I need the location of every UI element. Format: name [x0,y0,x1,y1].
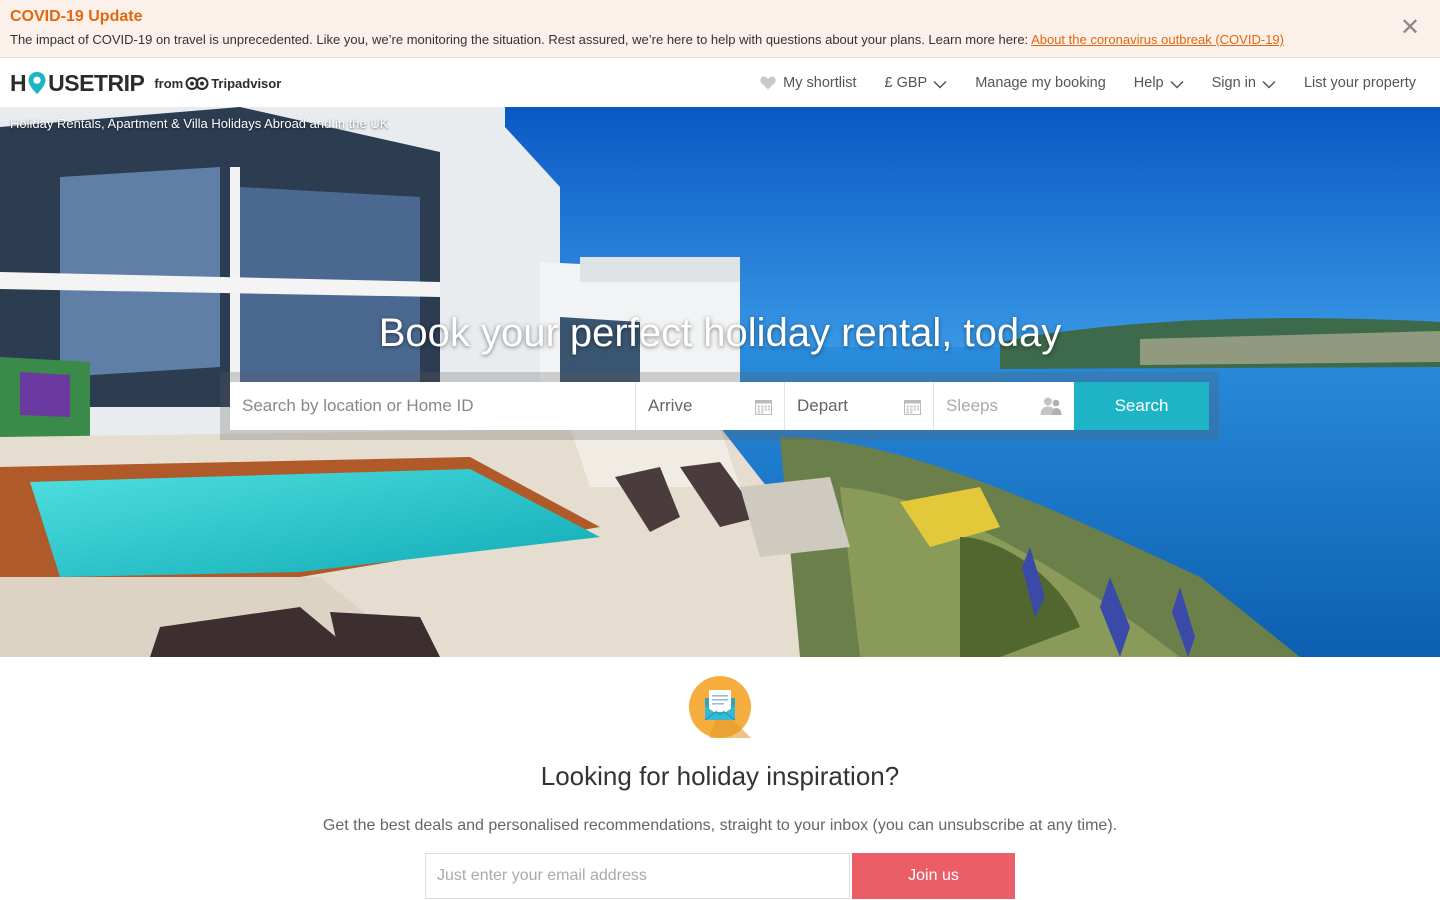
newsletter-subtitle: Get the best deals and personalised reco… [322,817,1118,834]
newsletter-email-input[interactable] [425,853,850,899]
nav-help[interactable]: Help [1134,75,1184,91]
people-icon [1040,397,1062,415]
top-nav: My shortlist £ GBP Manage my booking Hel… [760,58,1416,107]
chevron-down-icon [1170,80,1184,89]
nav-help-label: Help [1133,74,1164,91]
logo-letter-h: H [10,69,27,96]
chevron-down-icon [933,80,947,89]
covid-info-link[interactable]: About the coronavirus outbreak (COVID-19… [1031,32,1284,47]
calendar-icon [755,399,772,415]
newsletter-section: Looking for holiday inspiration? Get the… [0,657,1440,900]
location-pin-icon [28,72,46,94]
logo-wordmark: H USETRIP [10,69,145,97]
logo-letters-rest: USETRIP [48,69,145,96]
covid-message: The impact of COVID-19 on travel is unpr… [10,32,1284,47]
nav-shortlist-label: My shortlist [783,74,857,91]
calendar-icon [904,399,921,415]
nav-signin-label: Sign in [1211,74,1256,91]
depart-label: Depart [797,396,849,415]
nav-shortlist[interactable]: My shortlist [760,74,857,91]
nav-manage-label: Manage my booking [975,74,1106,91]
covid-message-text: The impact of COVID-19 on travel is unpr… [10,32,1032,47]
sleeps-field[interactable]: Sleeps [934,382,1074,430]
arrive-label: Arrive [648,396,693,415]
nav-list-property[interactable]: List your property [1304,75,1416,91]
logo-from-text: from [154,75,184,91]
covid-title: COVID-19 Update [10,8,143,25]
nav-currency-label: £ GBP [884,74,928,91]
hero-banner: Holiday Rentals, Apartment & Villa Holid… [0,107,1440,657]
newsletter-title: Looking for holiday inspiration? [540,761,900,791]
search-bar: Arrive Depart Sleeps Search [230,382,1209,430]
join-us-button[interactable]: Join us [852,853,1015,899]
nav-currency[interactable]: £ GBP [885,75,948,91]
location-search-input[interactable] [242,396,623,416]
sleeps-label: Sleeps [946,396,998,415]
chevron-down-icon [1262,80,1276,89]
housetrip-logo[interactable]: H USETRIP from Tripadvisor [10,70,281,96]
logo-from-tripadvisor: from Tripadvisor [154,76,281,91]
close-icon[interactable]: ✕ [1400,16,1420,40]
logo-partner-text: Tripadvisor [211,75,282,91]
nav-list-property-label: List your property [1303,74,1416,91]
search-button[interactable]: Search [1074,382,1209,430]
location-field[interactable] [230,382,636,430]
site-header: H USETRIP from Tripadvisor My shortlist [0,58,1440,107]
hero-caption: Holiday Rentals, Apartment & Villa Holid… [10,116,389,131]
heart-icon [760,75,776,89]
nav-manage-booking[interactable]: Manage my booking [975,75,1106,91]
covid-banner: COVID-19 Update The impact of COVID-19 o… [0,0,1440,58]
envelope-icon [689,676,751,738]
hero-title: Book your perfect holiday rental, today [378,311,1062,355]
depart-date-field[interactable]: Depart [785,382,934,430]
nav-sign-in[interactable]: Sign in [1212,75,1276,91]
arrive-date-field[interactable]: Arrive [636,382,785,430]
tripadvisor-owl-icon [185,77,209,90]
